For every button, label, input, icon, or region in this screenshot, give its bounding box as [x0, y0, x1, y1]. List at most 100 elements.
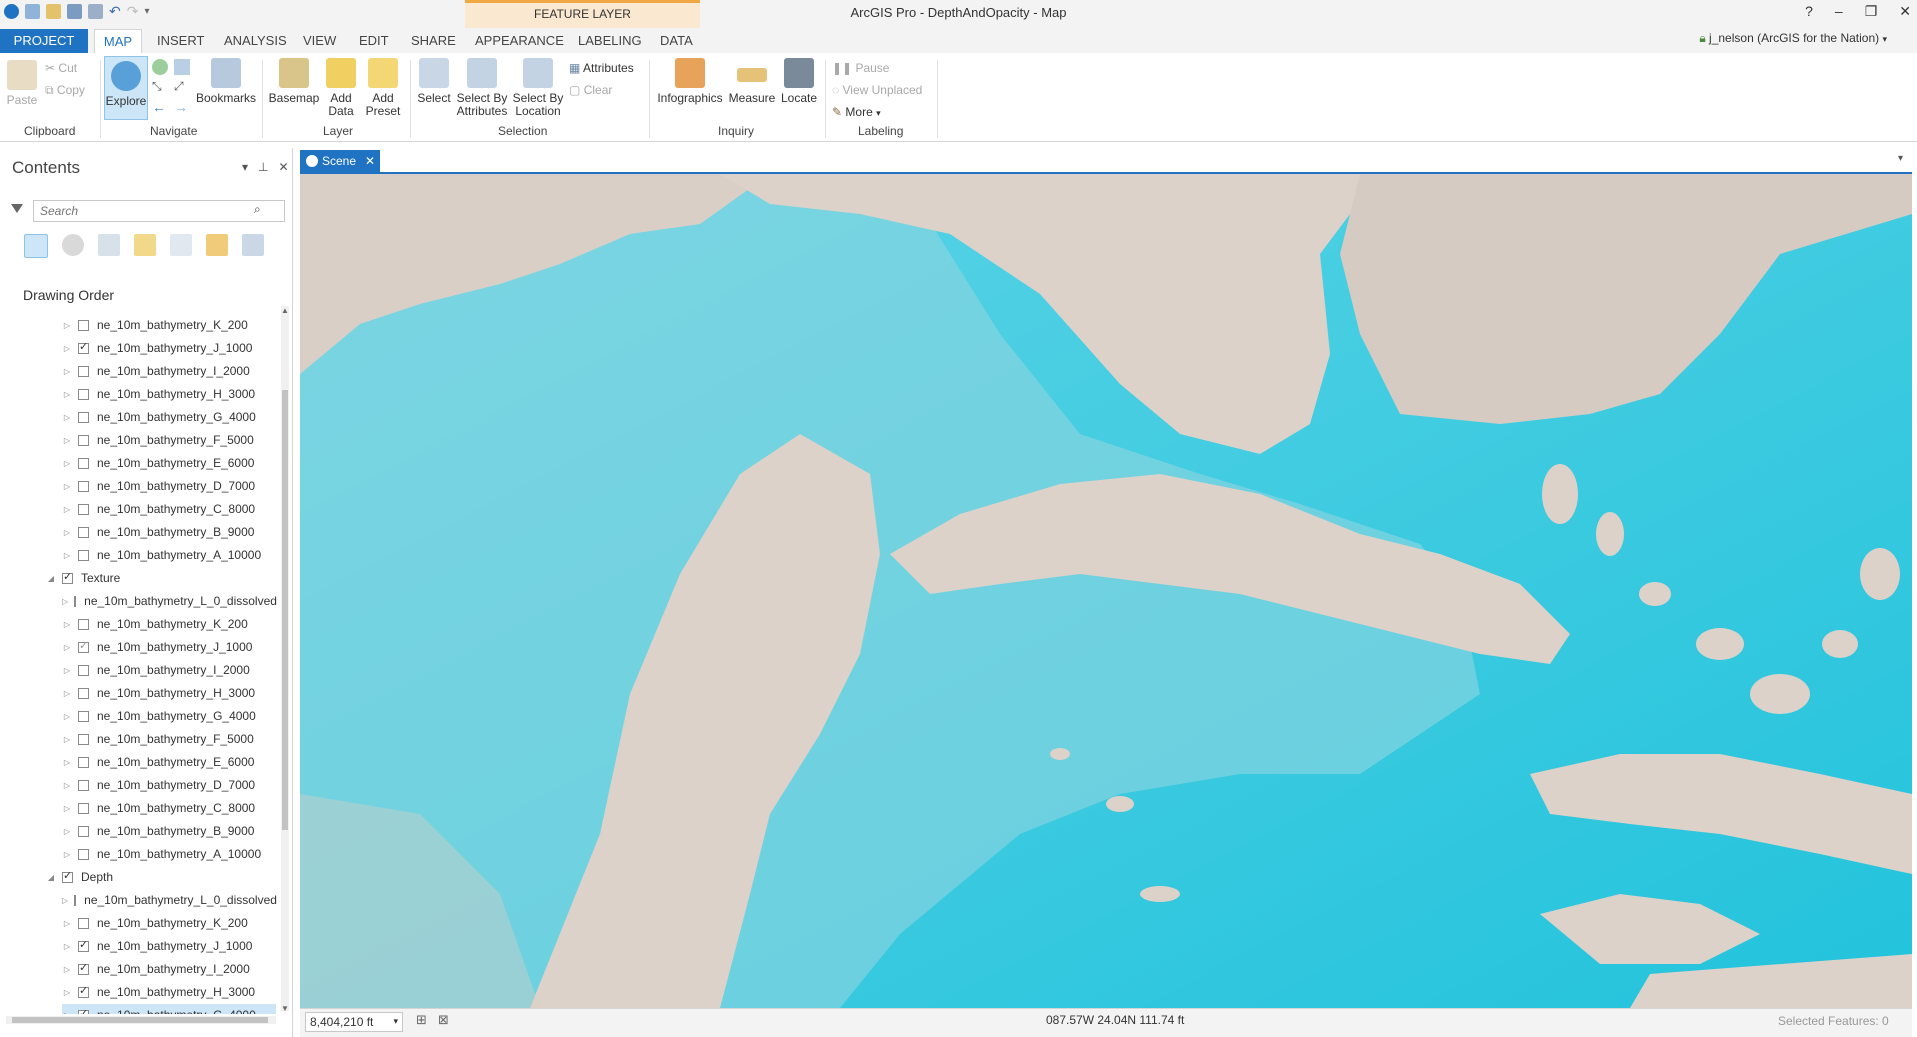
expand-arrow-icon[interactable]: ▷ [62, 804, 72, 813]
scroll-down-icon[interactable]: ▼ [281, 1004, 289, 1013]
layer-row[interactable]: ▷ ne_10m_bathymetry_J_1000 [62, 337, 276, 359]
expand-arrow-icon[interactable]: ▷ [62, 735, 72, 744]
visibility-checkbox[interactable] [62, 570, 73, 584]
layer-row[interactable]: ▷ ne_10m_bathymetry_K_200 [62, 314, 276, 336]
expand-arrow-icon[interactable]: ▷ [62, 528, 72, 537]
restore-button[interactable]: ❐ [1865, 3, 1878, 20]
visibility-checkbox[interactable] [78, 825, 89, 837]
select-button[interactable]: Select [416, 58, 452, 105]
scrollbar-thumb[interactable] [282, 390, 288, 830]
tab-labeling[interactable]: LABELING [578, 33, 642, 48]
layer-row[interactable]: ▷ ne_10m_bathymetry_D_7000 [62, 475, 276, 497]
explore-button[interactable]: Explore [104, 56, 148, 120]
visibility-checkbox[interactable] [74, 595, 77, 607]
attributes-button[interactable]: ▦ Attributes [569, 61, 634, 75]
visibility-checkbox[interactable] [74, 894, 77, 906]
close-pane-icon[interactable]: ✕ [278, 160, 288, 174]
tab-share[interactable]: SHARE [411, 33, 456, 48]
layer-row[interactable]: ▷ ne_10m_bathymetry_L_0_dissolved [62, 889, 277, 911]
expand-arrow-icon[interactable]: ▷ [62, 689, 72, 698]
pane-menu-icon[interactable]: ▾ [242, 160, 248, 174]
pause-labeling-button[interactable]: ❚❚ Pause [832, 61, 889, 75]
visibility-checkbox[interactable] [78, 733, 89, 745]
filter-icon[interactable] [11, 204, 23, 213]
map-scale-selector[interactable]: 8,404,210 ft ▾ [305, 1012, 403, 1032]
visibility-checkbox[interactable] [78, 340, 89, 354]
list-by-selection-icon[interactable] [98, 234, 120, 256]
more-labeling-button[interactable]: ✎ More ▾ [832, 105, 881, 119]
visibility-checkbox[interactable] [78, 480, 89, 492]
expand-arrow-icon[interactable]: ▷ [62, 367, 72, 376]
close-view-icon[interactable]: ✕ [365, 150, 380, 172]
layer-row[interactable]: ▷ ne_10m_bathymetry_D_7000 [62, 774, 276, 796]
grid-icon[interactable]: ⊞ [416, 1012, 427, 1028]
collapse-arrow-icon[interactable]: ◢ [46, 574, 56, 583]
help-icon[interactable]: ? [1805, 3, 1813, 20]
full-extent-icon[interactable] [152, 59, 168, 75]
layer-row[interactable]: ▷ ne_10m_bathymetry_E_6000 [62, 751, 276, 773]
layer-row[interactable]: ▷ ne_10m_bathymetry_G_4000 [62, 1004, 276, 1014]
visibility-checkbox[interactable] [78, 411, 89, 423]
layer-row[interactable]: ▷ ne_10m_bathymetry_B_9000 [62, 820, 276, 842]
add-preset-button[interactable]: Add Preset [362, 58, 404, 118]
expand-arrow-icon[interactable]: ▷ [62, 712, 72, 721]
expand-arrow-icon[interactable]: ▷ [62, 942, 72, 951]
signed-in-user[interactable]: 🔒︎ j_nelson (ArcGIS for the Nation) ▾ [1699, 31, 1887, 46]
layer-row[interactable]: ▷ ne_10m_bathymetry_C_8000 [62, 498, 276, 520]
visibility-checkbox[interactable] [78, 938, 89, 952]
list-by-labeling-icon[interactable] [206, 234, 228, 256]
layer-row[interactable]: ▷ ne_10m_bathymetry_A_10000 [62, 843, 276, 865]
visibility-checkbox[interactable] [78, 710, 89, 722]
minimize-button[interactable]: – [1835, 3, 1843, 20]
locate-button[interactable]: Locate [779, 58, 819, 105]
layer-row[interactable]: ▷ ne_10m_bathymetry_G_4000 [62, 406, 276, 428]
expand-arrow-icon[interactable]: ▷ [62, 896, 68, 905]
expand-arrow-icon[interactable]: ▷ [62, 344, 72, 353]
select-by-location-button[interactable]: Select By Location [512, 58, 564, 118]
layer-row[interactable]: ▷ ne_10m_bathymetry_F_5000 [62, 429, 276, 451]
infographics-button[interactable]: Infographics [655, 58, 725, 105]
expand-arrow-icon[interactable]: ▷ [62, 505, 72, 514]
list-by-drawing-order-icon[interactable] [24, 234, 48, 258]
layer-group-row[interactable]: ◢ Depth [46, 866, 276, 888]
view-unplaced-button[interactable]: ◌ View Unplaced [832, 83, 922, 97]
expand-arrow-icon[interactable]: ▷ [62, 436, 72, 445]
paste-button[interactable]: Paste [6, 60, 38, 107]
layer-row[interactable]: ▷ ne_10m_bathymetry_L_0_dissolved [62, 590, 277, 612]
visibility-checkbox[interactable] [78, 526, 89, 538]
visibility-checkbox[interactable] [78, 802, 89, 814]
layer-row[interactable]: ▷ ne_10m_bathymetry_K_200 [62, 912, 276, 934]
copy-button[interactable]: ⧉ Copy [45, 83, 85, 98]
expand-arrow-icon[interactable]: ▷ [62, 390, 72, 399]
tab-data[interactable]: DATA [660, 33, 693, 48]
layer-row[interactable]: ▷ ne_10m_bathymetry_F_5000 [62, 728, 276, 750]
expand-arrow-icon[interactable]: ▷ [62, 850, 72, 859]
layer-row[interactable]: ▷ ne_10m_bathymetry_J_1000 [62, 636, 276, 658]
expand-arrow-icon[interactable]: ▷ [62, 459, 72, 468]
visibility-checkbox[interactable] [78, 756, 89, 768]
list-by-editing-icon[interactable] [134, 234, 156, 256]
visibility-checkbox[interactable] [78, 457, 89, 469]
close-button[interactable]: ✕ [1899, 3, 1911, 20]
layer-row[interactable]: ▷ ne_10m_bathymetry_K_200 [62, 613, 276, 635]
layer-row[interactable]: ▷ ne_10m_bathymetry_H_3000 [62, 383, 276, 405]
pin-icon[interactable]: ⊥ [258, 160, 268, 174]
cut-button[interactable]: ✂ Cut [45, 61, 77, 75]
visibility-checkbox[interactable] [78, 503, 89, 515]
tab-appearance[interactable]: APPEARANCE [475, 33, 564, 48]
visibility-checkbox[interactable] [78, 639, 89, 653]
layer-row[interactable]: ▷ ne_10m_bathymetry_I_2000 [62, 958, 276, 980]
layer-row[interactable]: ▷ ne_10m_bathymetry_I_2000 [62, 659, 276, 681]
previous-extent-icon[interactable]: ← [152, 99, 168, 115]
visibility-checkbox[interactable] [78, 618, 89, 630]
scroll-up-icon[interactable]: ▲ [281, 306, 289, 315]
visibility-checkbox[interactable] [78, 549, 89, 561]
layer-row[interactable]: ▷ ne_10m_bathymetry_J_1000 [62, 935, 276, 957]
next-extent-icon[interactable]: → [174, 99, 190, 115]
layer-row[interactable]: ▷ ne_10m_bathymetry_B_9000 [62, 521, 276, 543]
tab-map[interactable]: MAP [94, 29, 142, 54]
layer-row[interactable]: ▷ ne_10m_bathymetry_H_3000 [62, 981, 276, 1003]
tab-project[interactable]: PROJECT [0, 29, 88, 53]
layer-row[interactable]: ▷ ne_10m_bathymetry_H_3000 [62, 682, 276, 704]
visibility-checkbox[interactable] [78, 961, 89, 975]
